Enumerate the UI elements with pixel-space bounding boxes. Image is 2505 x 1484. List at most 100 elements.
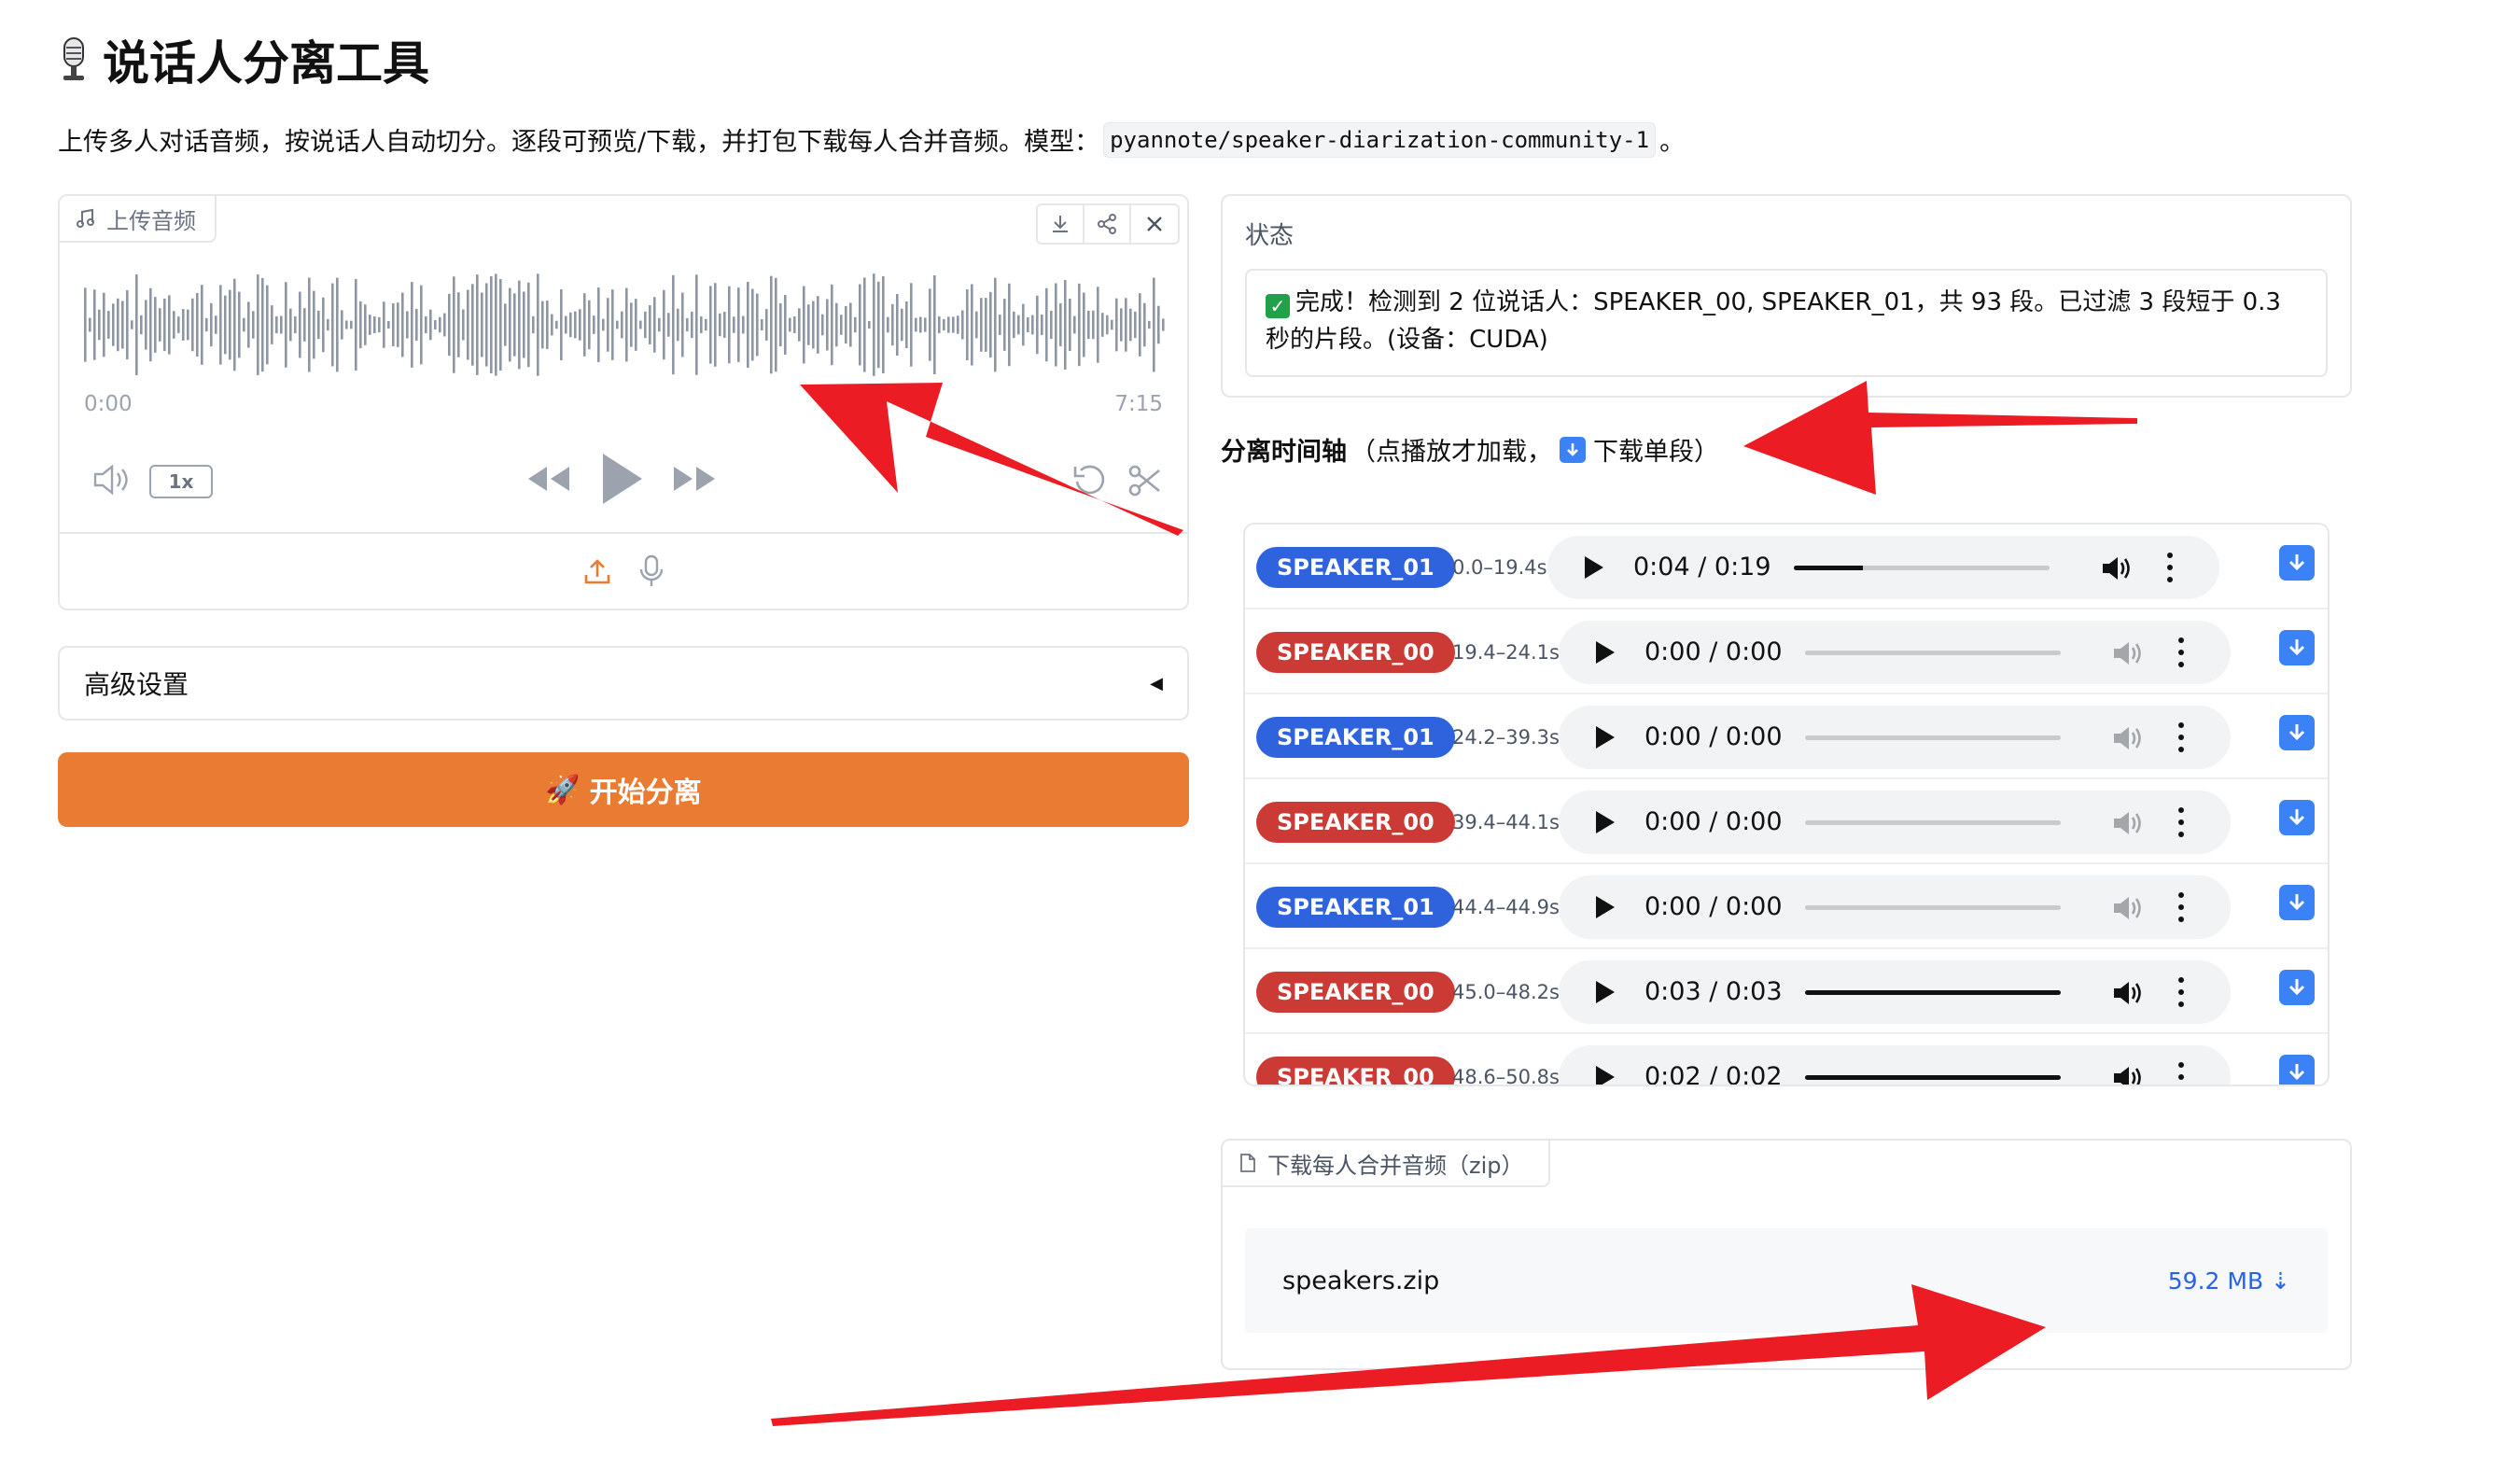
segment-download-button[interactable] bbox=[2279, 545, 2315, 581]
volume-icon[interactable] bbox=[2100, 554, 2134, 582]
segment-row: SPEAKER_00 39.4–44.1s 0:00 / 0:00 bbox=[1245, 779, 2328, 864]
player-seek-bar[interactable] bbox=[1805, 651, 2061, 655]
segment-list[interactable]: SPEAKER_01 0.0–19.4s 0:04 / 0:19 SPEAKER_00… bbox=[1243, 523, 2330, 1086]
more-options-icon[interactable] bbox=[2178, 807, 2184, 837]
more-options-icon[interactable] bbox=[2178, 892, 2184, 922]
waveform-bar bbox=[247, 301, 250, 348]
waveform-bar bbox=[980, 298, 983, 352]
segment-audio-player[interactable]: 0:02 / 0:02 bbox=[1559, 1045, 2231, 1086]
status-textbox[interactable]: ✓ 完成！检测到 2 位说话人：SPEAKER_00, SPEAKER_01，共 … bbox=[1245, 269, 2328, 377]
audio-waveform[interactable] bbox=[82, 269, 1165, 381]
volume-icon[interactable] bbox=[2111, 639, 2145, 667]
segment-download-button[interactable] bbox=[2279, 630, 2315, 665]
waveform-bar bbox=[429, 309, 432, 341]
waveform-bar bbox=[415, 308, 418, 342]
segment-time-range: 45.0–48.2s bbox=[1452, 981, 1560, 1003]
segment-audio-player[interactable]: 0:04 / 0:19 bbox=[1547, 536, 2219, 599]
file-icon bbox=[1240, 1154, 1255, 1172]
waveform-bar bbox=[803, 286, 805, 364]
waveform-bar bbox=[1115, 298, 1118, 352]
waveform-bar bbox=[485, 283, 488, 367]
fast-forward-icon[interactable] bbox=[672, 463, 717, 495]
rewind-icon[interactable] bbox=[526, 463, 571, 495]
status-panel: 状态 ✓ 完成！检测到 2 位说话人：SPEAKER_00, SPEAKER_01… bbox=[1221, 194, 2352, 398]
player-seek-bar[interactable] bbox=[1805, 1075, 2061, 1080]
waveform-bar bbox=[425, 315, 427, 334]
volume-icon[interactable] bbox=[2111, 809, 2145, 837]
segment-row: SPEAKER_00 45.0–48.2s 0:03 / 0:03 bbox=[1245, 949, 2328, 1034]
waveform-bar bbox=[695, 274, 698, 375]
playback-rate-button[interactable]: 1x bbox=[149, 465, 213, 498]
waveform-bar bbox=[285, 282, 287, 368]
player-seek-bar[interactable] bbox=[1805, 735, 2061, 740]
volume-button[interactable] bbox=[91, 461, 134, 502]
waveform-bar bbox=[835, 302, 838, 347]
segment-audio-player[interactable]: 0:00 / 0:00 bbox=[1559, 791, 2231, 854]
waveform-bar bbox=[509, 287, 511, 362]
play-icon[interactable] bbox=[1596, 811, 1615, 833]
download-arrow-icon bbox=[2288, 639, 2305, 656]
advanced-settings-accordion[interactable]: 高级设置 ◀ bbox=[58, 646, 1189, 721]
download-audio-button[interactable] bbox=[1038, 205, 1085, 243]
play-icon[interactable] bbox=[1596, 1066, 1615, 1085]
segment-audio-player[interactable]: 0:03 / 0:03 bbox=[1559, 960, 2231, 1024]
play-icon[interactable] bbox=[1596, 896, 1615, 918]
waveform-bar bbox=[187, 309, 189, 341]
play-icon[interactable] bbox=[1596, 641, 1615, 664]
more-options-icon[interactable] bbox=[2178, 637, 2184, 667]
segment-download-button[interactable] bbox=[2279, 715, 2315, 750]
waveform-bar bbox=[252, 311, 255, 339]
page-title-text: 说话人分离工具 bbox=[103, 36, 429, 91]
waveform-bar bbox=[891, 303, 894, 346]
more-options-icon[interactable] bbox=[2178, 977, 2184, 1007]
zip-file-row[interactable]: speakers.zip 59.2 MB ⇣ bbox=[1245, 1228, 2328, 1333]
clear-audio-button[interactable] bbox=[1131, 205, 1178, 243]
waveform-bar bbox=[98, 309, 101, 341]
waveform-bar bbox=[1143, 302, 1146, 347]
waveform-bar bbox=[406, 311, 409, 339]
caret-left-icon: ◀ bbox=[1150, 673, 1163, 693]
segment-download-button[interactable] bbox=[2279, 970, 2315, 1005]
player-seek-bar[interactable] bbox=[1805, 905, 2061, 910]
upload-icon[interactable] bbox=[582, 556, 612, 586]
waveform-bar bbox=[919, 316, 922, 333]
start-diarization-button[interactable]: 🚀 开始分离 bbox=[58, 752, 1189, 827]
waveform-bar bbox=[999, 315, 1001, 335]
volume-icon[interactable] bbox=[2111, 724, 2145, 752]
more-options-icon[interactable] bbox=[2178, 1062, 2184, 1085]
waveform-bar bbox=[611, 289, 614, 360]
play-icon[interactable] bbox=[1596, 981, 1615, 1003]
segment-time-range: 44.4–44.9s bbox=[1452, 896, 1560, 918]
waveform-bar bbox=[1101, 313, 1104, 337]
waveform-bar bbox=[574, 311, 577, 339]
segment-download-button[interactable] bbox=[2279, 1055, 2315, 1085]
waveform-bar bbox=[453, 276, 455, 373]
waveform-bar bbox=[700, 316, 703, 333]
play-icon[interactable] bbox=[1596, 726, 1615, 749]
volume-icon[interactable] bbox=[2111, 894, 2145, 922]
undo-icon[interactable] bbox=[1071, 463, 1107, 498]
player-seek-bar[interactable] bbox=[1794, 566, 2050, 570]
microphone-icon[interactable] bbox=[638, 554, 665, 588]
segment-download-button[interactable] bbox=[2279, 800, 2315, 835]
waveform-bar bbox=[462, 309, 465, 341]
volume-icon[interactable] bbox=[2111, 1064, 2145, 1086]
check-mark-icon: ✓ bbox=[1266, 294, 1290, 318]
scissors-icon[interactable] bbox=[1127, 463, 1163, 498]
play-icon[interactable] bbox=[1585, 556, 1603, 579]
share-audio-button[interactable] bbox=[1085, 205, 1131, 243]
segment-audio-player[interactable]: 0:00 / 0:00 bbox=[1559, 706, 2231, 769]
segment-audio-player[interactable]: 0:00 / 0:00 bbox=[1559, 875, 2231, 939]
segment-download-button[interactable] bbox=[2279, 885, 2315, 920]
more-options-icon[interactable] bbox=[2167, 553, 2173, 582]
waveform-bar bbox=[915, 317, 917, 332]
waveform-bar bbox=[439, 316, 441, 333]
segment-audio-player[interactable]: 0:00 / 0:00 bbox=[1559, 621, 2231, 684]
play-icon[interactable] bbox=[599, 452, 644, 506]
more-options-icon[interactable] bbox=[2178, 722, 2184, 752]
volume-icon[interactable] bbox=[2111, 979, 2145, 1007]
player-seek-bar[interactable] bbox=[1805, 820, 2061, 825]
player-seek-bar[interactable] bbox=[1805, 990, 2061, 995]
waveform-bar bbox=[159, 308, 161, 342]
zip-file-size-link[interactable]: 59.2 MB ⇣ bbox=[2168, 1267, 2290, 1295]
